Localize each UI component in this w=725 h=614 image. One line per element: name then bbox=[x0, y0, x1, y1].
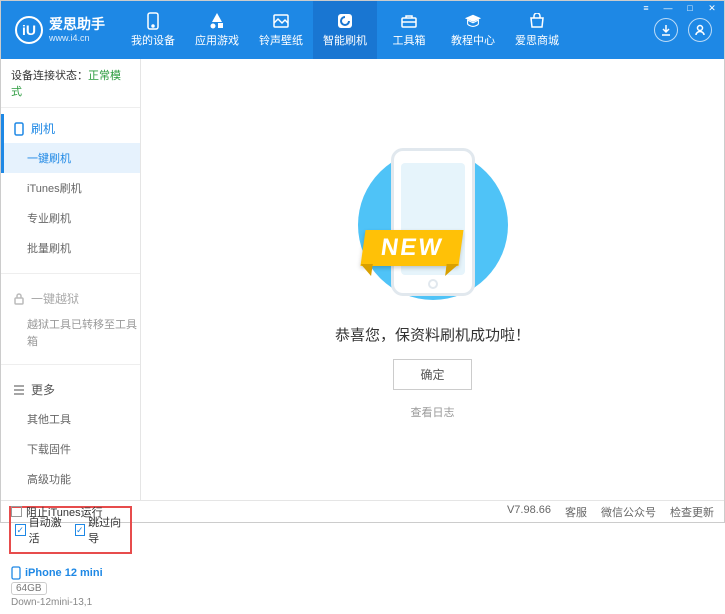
connection-status: 设备连接状态：正常模式 bbox=[1, 59, 140, 108]
check-update-link[interactable]: 检查更新 bbox=[670, 504, 714, 520]
sidebar-item-advanced[interactable]: 高级功能 bbox=[1, 464, 140, 494]
nav-store[interactable]: 爱思商城 bbox=[505, 1, 569, 59]
nav-apps[interactable]: 应用游戏 bbox=[185, 1, 249, 59]
sidebar-item-pro[interactable]: 专业刷机 bbox=[1, 203, 140, 233]
main-area: 设备连接状态：正常模式 刷机 一键刷机 iTunes刷机 专业刷机 批量刷机 一… bbox=[1, 59, 724, 500]
sidebar-item-other[interactable]: 其他工具 bbox=[1, 404, 140, 434]
device-storage: 64GB bbox=[11, 582, 47, 595]
version-label: V7.98.66 bbox=[507, 504, 551, 520]
device-firmware: Down-12mini-13,1 bbox=[11, 597, 130, 608]
top-nav: 我的设备 应用游戏 铃声壁纸 智能刷机 工具箱 教程中心 爱思商城 bbox=[121, 1, 654, 59]
jailbreak-note: 越狱工具已转移至工具箱 bbox=[1, 313, 140, 354]
apps-icon bbox=[208, 12, 226, 30]
success-illustration: NEW bbox=[343, 140, 523, 310]
sidebar-item-download-fw[interactable]: 下载固件 bbox=[1, 434, 140, 464]
ok-button[interactable]: 确定 bbox=[393, 359, 471, 390]
close-icon[interactable]: ✕ bbox=[704, 3, 720, 14]
sidebar: 设备连接状态：正常模式 刷机 一键刷机 iTunes刷机 专业刷机 批量刷机 一… bbox=[1, 59, 141, 500]
nav-flash[interactable]: 智能刷机 bbox=[313, 1, 377, 59]
nav-my-device[interactable]: 我的设备 bbox=[121, 1, 185, 59]
new-ribbon: NEW bbox=[360, 230, 463, 266]
header-right bbox=[654, 18, 724, 42]
content-area: NEW 恭喜您，保资料刷机成功啦！ 确定 查看日志 bbox=[141, 59, 724, 500]
phone-small-icon bbox=[13, 122, 25, 136]
hamburger-icon[interactable]: ≡ bbox=[638, 3, 654, 14]
app-title: 爱思助手 bbox=[49, 16, 105, 33]
nav-ringtones[interactable]: 铃声壁纸 bbox=[249, 1, 313, 59]
device-item[interactable]: iPhone 12 mini 64GB Down-12mini-13,1 bbox=[1, 560, 140, 614]
store-icon bbox=[528, 12, 546, 30]
success-message: 恭喜您，保资料刷机成功啦！ bbox=[335, 324, 530, 345]
flash-icon bbox=[336, 12, 354, 30]
customer-service-link[interactable]: 客服 bbox=[565, 504, 587, 520]
logo-icon: iU bbox=[15, 16, 43, 44]
sidebar-item-itunes[interactable]: iTunes刷机 bbox=[1, 173, 140, 203]
minimize-icon[interactable]: — bbox=[660, 3, 676, 14]
graduation-icon bbox=[464, 12, 482, 30]
phone-icon bbox=[144, 12, 162, 30]
sidebar-flash-header[interactable]: 刷机 bbox=[1, 114, 140, 143]
device-phone-icon bbox=[11, 566, 21, 580]
sidebar-more-header[interactable]: 更多 bbox=[1, 375, 140, 404]
nav-tutorials[interactable]: 教程中心 bbox=[441, 1, 505, 59]
nav-toolbox[interactable]: 工具箱 bbox=[377, 1, 441, 59]
block-itunes-checkbox[interactable]: 阻止iTunes运行 bbox=[11, 504, 103, 520]
wechat-link[interactable]: 微信公众号 bbox=[601, 504, 656, 520]
maximize-icon[interactable]: □ bbox=[682, 3, 698, 14]
app-header: ≡ — □ ✕ iU 爱思助手 www.i4.cn 我的设备 应用游戏 铃声壁纸… bbox=[1, 1, 724, 59]
sidebar-item-oneclick[interactable]: 一键刷机 bbox=[1, 143, 140, 173]
view-log-link[interactable]: 查看日志 bbox=[411, 404, 455, 420]
app-logo: iU 爱思助手 www.i4.cn bbox=[1, 16, 121, 44]
sidebar-jailbreak-header: 一键越狱 bbox=[1, 284, 140, 313]
window-controls: ≡ — □ ✕ bbox=[638, 3, 720, 14]
user-button[interactable] bbox=[688, 18, 712, 42]
menu-icon bbox=[13, 385, 25, 395]
wallpaper-icon bbox=[272, 12, 290, 30]
sidebar-item-batch[interactable]: 批量刷机 bbox=[1, 233, 140, 263]
app-url: www.i4.cn bbox=[49, 33, 105, 44]
download-button[interactable] bbox=[654, 18, 678, 42]
lock-icon bbox=[13, 293, 25, 305]
toolbox-icon bbox=[400, 12, 418, 30]
